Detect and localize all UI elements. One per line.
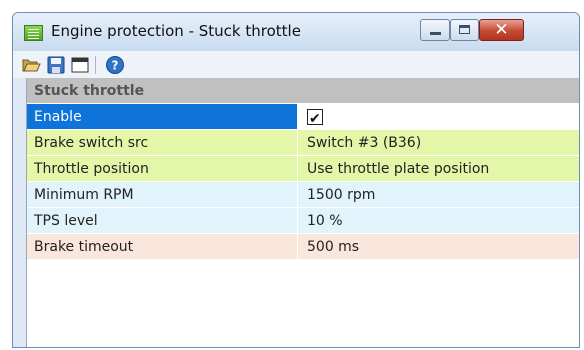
- toolbar-separator: [95, 56, 96, 74]
- property-row-tps-level[interactable]: TPS level 10 %: [27, 208, 579, 234]
- property-name: Brake timeout: [34, 239, 134, 255]
- property-grid: Stuck throttle Enable ✔ Brake switch src…: [26, 78, 579, 347]
- property-value[interactable]: 500 ms: [297, 234, 579, 259]
- close-button[interactable]: ✕: [479, 19, 524, 41]
- close-icon: ✕: [494, 20, 509, 40]
- app-window: Engine protection - Stuck throttle ✕ ? S…: [12, 12, 580, 348]
- property-value[interactable]: Switch #3 (B36): [297, 130, 579, 155]
- minimize-button[interactable]: [420, 19, 450, 41]
- title-bar[interactable]: Engine protection - Stuck throttle ✕: [13, 13, 579, 51]
- property-name: Throttle position: [34, 161, 149, 177]
- maximize-button[interactable]: [450, 19, 479, 41]
- folder-open-icon[interactable]: [21, 55, 41, 75]
- checkmark-icon: ✔: [309, 111, 321, 127]
- property-row-throttle-position[interactable]: Throttle position Use throttle plate pos…: [27, 156, 579, 182]
- property-value[interactable]: 1500 rpm: [297, 182, 579, 207]
- enable-checkbox[interactable]: ✔: [307, 109, 323, 127]
- section-header[interactable]: Stuck throttle: [27, 78, 579, 104]
- window-icon[interactable]: [70, 55, 90, 75]
- property-name: TPS level: [34, 213, 98, 229]
- property-name: Minimum RPM: [34, 187, 134, 203]
- property-name: Enable: [27, 104, 297, 129]
- maximize-icon: [459, 25, 470, 34]
- section-header-label: Stuck throttle: [34, 83, 145, 99]
- toolbar: ?: [13, 51, 579, 78]
- svg-text:?: ?: [112, 59, 119, 73]
- property-value[interactable]: ✔: [297, 104, 579, 129]
- minimize-icon: [430, 32, 441, 35]
- property-value[interactable]: 10 %: [297, 208, 579, 233]
- property-row-brake-switch-src[interactable]: Brake switch src Switch #3 (B36): [27, 130, 579, 156]
- app-icon: [24, 25, 43, 41]
- property-row-enable[interactable]: Enable ✔: [27, 104, 579, 130]
- property-row-brake-timeout[interactable]: Brake timeout 500 ms: [27, 234, 579, 260]
- save-icon[interactable]: [46, 55, 66, 75]
- property-value[interactable]: Use throttle plate position: [297, 156, 579, 181]
- help-icon[interactable]: ?: [105, 55, 125, 75]
- window-title: Engine protection - Stuck throttle: [51, 22, 301, 40]
- property-name: Brake switch src: [34, 135, 149, 151]
- property-row-minimum-rpm[interactable]: Minimum RPM 1500 rpm: [27, 182, 579, 208]
